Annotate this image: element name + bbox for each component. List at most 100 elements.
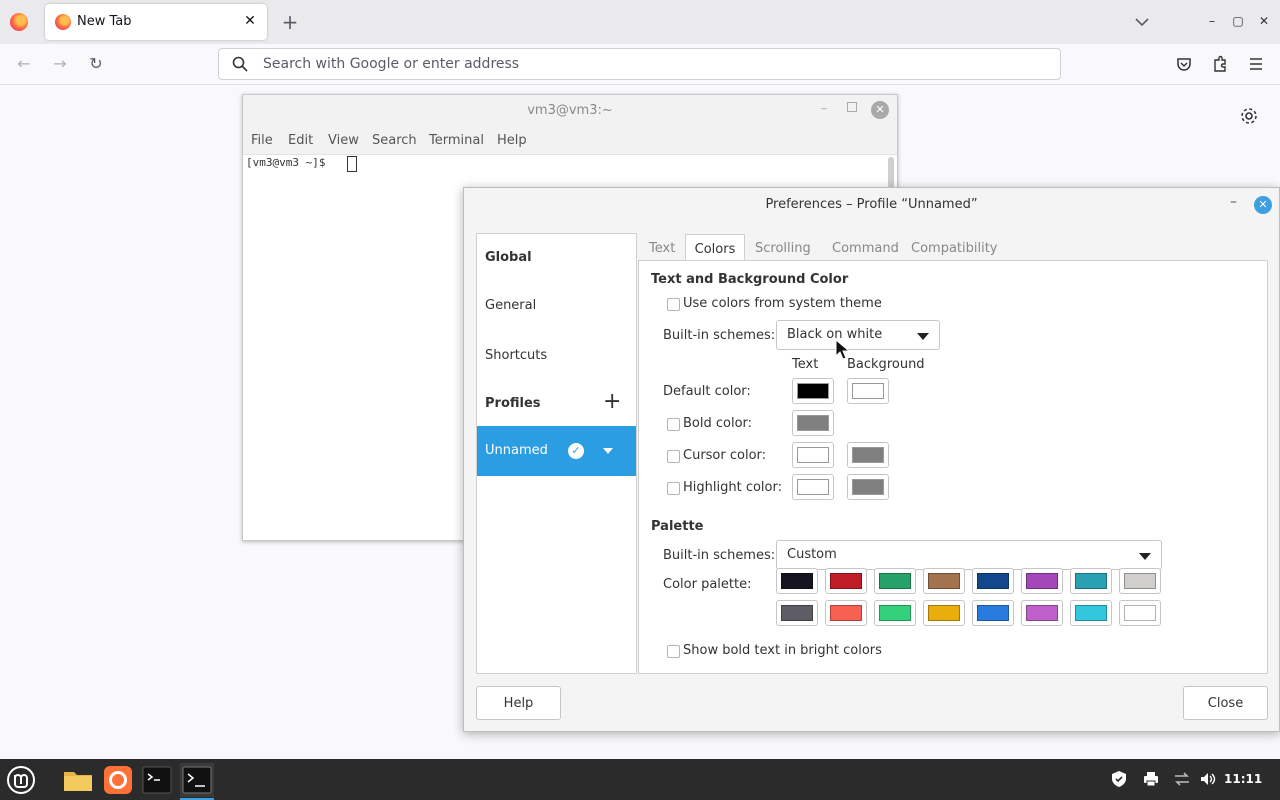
section-palette: Palette: [651, 519, 704, 534]
sidebar-item-global[interactable]: Global: [485, 250, 532, 265]
help-button[interactable]: Help: [476, 686, 561, 720]
palette-color-swatch: [1075, 573, 1107, 589]
address-bar[interactable]: [218, 48, 1061, 80]
firefox-favicon-icon: [55, 14, 71, 30]
cursor-text-color-button[interactable]: [792, 442, 834, 468]
tab-text[interactable]: Text: [649, 241, 675, 256]
menu-icon[interactable]: [1246, 54, 1266, 74]
tab-new-tab[interactable]: New Tab ✕: [45, 4, 267, 40]
color-palette-label: Color palette:: [663, 577, 752, 592]
palette-color-swatch: [1124, 605, 1156, 621]
tab-scrolling[interactable]: Scrolling: [755, 241, 811, 256]
back-icon[interactable]: ←: [14, 54, 34, 74]
palette-color-2-button[interactable]: [874, 568, 916, 594]
firefox-logo-icon[interactable]: [10, 13, 28, 31]
firefox-taskbar-icon[interactable]: [101, 763, 135, 797]
palette-color-15-button[interactable]: [1119, 600, 1161, 626]
tab-colors[interactable]: Colors: [685, 234, 745, 262]
terminal-close-button[interactable]: ✕: [871, 101, 889, 119]
builtin-schemes-select[interactable]: Black on white: [776, 320, 940, 350]
palette-color-1-button[interactable]: [825, 568, 867, 594]
terminal-minimize-button[interactable]: –: [821, 101, 827, 115]
add-profile-button[interactable]: +: [603, 391, 621, 413]
palette-color-8-button[interactable]: [776, 600, 818, 626]
palette-color-swatch: [1075, 605, 1107, 621]
address-input[interactable]: [263, 54, 1043, 74]
menu-view[interactable]: View: [328, 133, 359, 148]
terminal-window-taskbar-icon[interactable]: [180, 763, 214, 800]
highlight-text-color-button[interactable]: [792, 474, 834, 500]
bold-color-button[interactable]: [792, 410, 834, 436]
terminal-scrollbar[interactable]: [888, 157, 894, 189]
palette-color-12-button[interactable]: [972, 600, 1014, 626]
sidebar-item-profiles[interactable]: Profiles: [485, 396, 541, 411]
palette-color-4-button[interactable]: [972, 568, 1014, 594]
preferences-close-icon[interactable]: ✕: [1254, 196, 1272, 214]
palette-color-3-button[interactable]: [923, 568, 965, 594]
palette-color-0-button[interactable]: [776, 568, 818, 594]
shield-icon[interactable]: [1110, 770, 1128, 788]
palette-color-11-button[interactable]: [923, 600, 965, 626]
palette-color-13-button[interactable]: [1021, 600, 1063, 626]
new-tab-button[interactable]: +: [280, 12, 300, 32]
palette-color-10-button[interactable]: [874, 600, 916, 626]
palette-color-7-button[interactable]: [1119, 568, 1161, 594]
cursor-color-label: Cursor color:: [683, 448, 767, 463]
mint-menu-icon[interactable]: [4, 763, 38, 797]
close-button[interactable]: Close: [1183, 686, 1268, 720]
pocket-icon[interactable]: [1174, 54, 1194, 74]
default-text-color-button[interactable]: [792, 378, 834, 404]
preferences-minimize-button[interactable]: –: [1230, 194, 1237, 210]
chevron-down-icon: [917, 333, 929, 340]
palette-color-swatch: [928, 605, 960, 621]
terminal-launcher-icon[interactable]: [140, 763, 174, 797]
tab-close-icon[interactable]: ✕: [241, 12, 259, 30]
swatch-highlight-bg: [852, 479, 884, 495]
palette-color-swatch: [1026, 573, 1058, 589]
menu-edit[interactable]: Edit: [288, 133, 313, 148]
bold-color-checkbox[interactable]: [667, 418, 680, 431]
preferences-titlebar[interactable]: Preferences – Profile “Unnamed” – ✕: [464, 188, 1279, 222]
palette-color-swatch: [1026, 605, 1058, 621]
preferences-tabs: Text Colors Scrolling Command Compatibil…: [638, 233, 1268, 262]
palette-schemes-select[interactable]: Custom: [776, 540, 1162, 570]
reload-icon[interactable]: ↻: [86, 54, 106, 74]
show-bold-bright-checkbox[interactable]: [667, 645, 680, 658]
menu-search[interactable]: Search: [372, 133, 417, 148]
minimize-button[interactable]: –: [1205, 14, 1219, 28]
maximize-button[interactable]: ▢: [1231, 14, 1245, 28]
palette-color-5-button[interactable]: [1021, 568, 1063, 594]
printer-icon[interactable]: [1142, 770, 1160, 788]
close-window-button[interactable]: ✕: [1257, 14, 1271, 28]
chevron-down-icon: [1139, 553, 1151, 560]
use-system-colors-checkbox[interactable]: [667, 298, 680, 311]
tab-compatibility[interactable]: Compatibility: [911, 241, 998, 256]
files-icon[interactable]: [61, 763, 95, 797]
menu-terminal[interactable]: Terminal: [429, 133, 484, 148]
sidebar-item-unnamed-profile[interactable]: Unnamed ✓: [477, 426, 636, 476]
menu-help[interactable]: Help: [497, 133, 527, 148]
profile-dropdown-icon[interactable]: [603, 448, 613, 454]
highlight-bg-color-button[interactable]: [847, 474, 889, 500]
palette-color-9-button[interactable]: [825, 600, 867, 626]
cursor-bg-color-button[interactable]: [847, 442, 889, 468]
sidebar-item-general[interactable]: General: [485, 298, 536, 313]
cursor-color-checkbox[interactable]: [667, 450, 680, 463]
taskbar-clock[interactable]: 11:11: [1224, 772, 1262, 786]
extensions-icon[interactable]: [1210, 54, 1230, 74]
gear-icon[interactable]: [1238, 105, 1260, 127]
terminal-maximize-button[interactable]: [847, 102, 857, 112]
volume-icon[interactable]: [1199, 770, 1217, 788]
terminal-titlebar[interactable]: vm3@vm3:~ – ✕: [243, 95, 897, 127]
network-icon[interactable]: [1173, 770, 1191, 788]
default-bg-color-button[interactable]: [847, 378, 889, 404]
highlight-color-checkbox[interactable]: [667, 482, 680, 495]
palette-color-14-button[interactable]: [1070, 600, 1112, 626]
tab-command[interactable]: Command: [832, 241, 899, 256]
forward-icon[interactable]: →: [50, 54, 70, 74]
palette-color-6-button[interactable]: [1070, 568, 1112, 594]
chevron-down-icon[interactable]: [1132, 12, 1152, 32]
menu-file[interactable]: File: [251, 133, 273, 148]
sidebar-item-shortcuts[interactable]: Shortcuts: [485, 348, 547, 363]
terminal-cursor: [347, 156, 357, 172]
